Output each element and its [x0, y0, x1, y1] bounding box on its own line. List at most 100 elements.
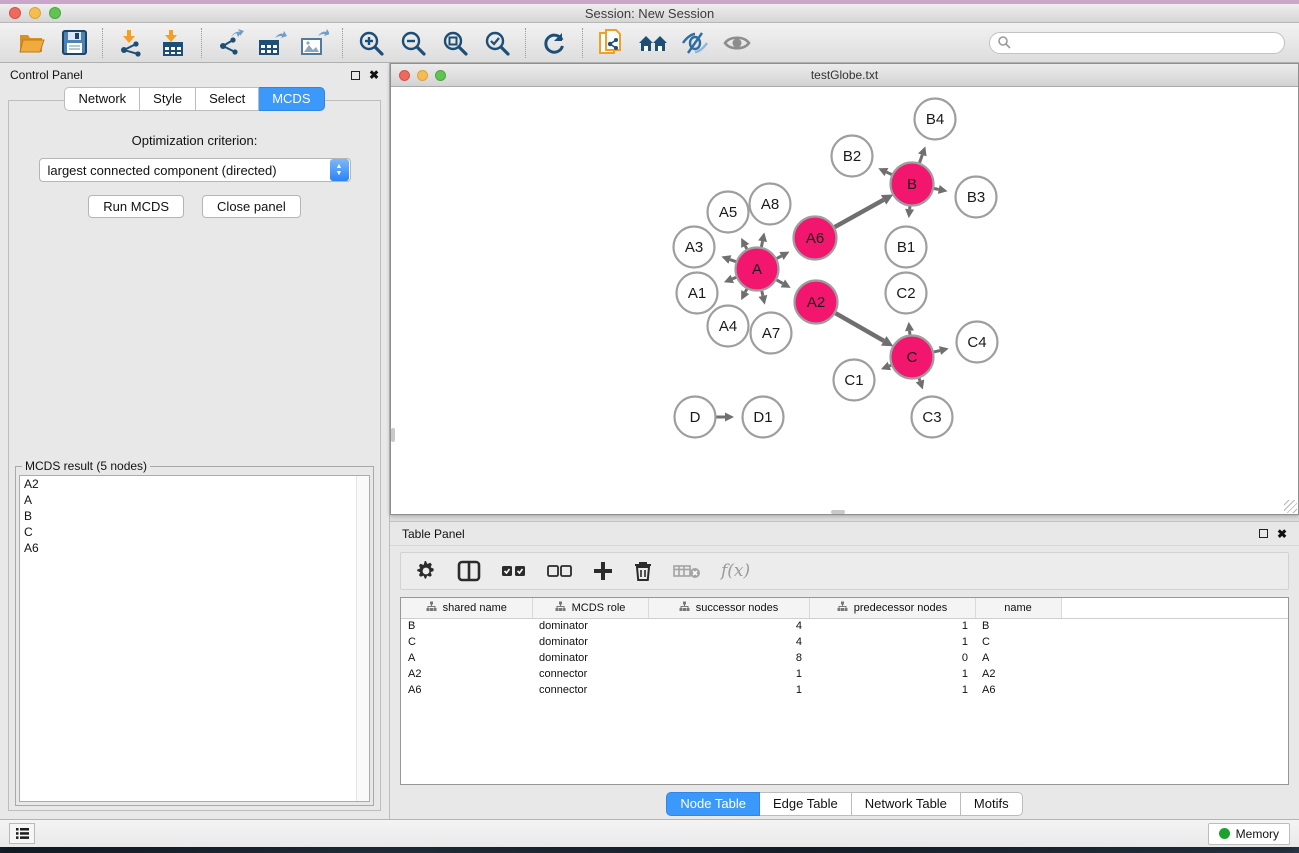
titlebar[interactable]: Session: New Session [0, 4, 1299, 23]
open-file-icon[interactable] [14, 27, 50, 59]
tab-edge-table[interactable]: Edge Table [760, 792, 852, 816]
resize-grip[interactable] [1284, 500, 1297, 513]
close-panel-icon[interactable]: ✖ [369, 69, 379, 81]
network-window-titlebar[interactable]: testGlobe.txt [391, 64, 1298, 87]
column-header-name[interactable]: name [975, 598, 1061, 618]
table-cell[interactable]: A [401, 650, 532, 666]
refresh-icon[interactable] [536, 27, 572, 59]
graph-edge[interactable] [889, 365, 891, 366]
table-cell[interactable]: 1 [809, 634, 975, 650]
table-cell[interactable]: dominator [532, 634, 648, 650]
table-cell[interactable]: A2 [401, 666, 532, 682]
mcds-result-item[interactable]: B [20, 508, 369, 524]
graph-edge[interactable] [761, 241, 762, 247]
mcds-result-item[interactable]: C [20, 524, 369, 540]
export-network-icon[interactable] [212, 27, 248, 59]
search-field[interactable] [989, 32, 1285, 54]
deselect-all-icon[interactable] [547, 564, 573, 578]
table-cell[interactable]: A [975, 650, 1061, 666]
table-cell[interactable]: connector [532, 666, 648, 682]
export-image-icon[interactable] [296, 27, 332, 59]
export-table-icon[interactable] [254, 27, 290, 59]
column-header-MCDS-role[interactable]: MCDS role [532, 598, 648, 618]
delete-row-icon[interactable] [633, 560, 653, 582]
graph-edge[interactable] [762, 291, 763, 296]
table-cell[interactable]: 4 [648, 618, 809, 634]
table-cell[interactable]: 4 [648, 634, 809, 650]
mcds-result-item[interactable]: A2 [20, 476, 369, 492]
table-cell[interactable]: 0 [809, 650, 975, 666]
table-row[interactable]: Adominator80A [401, 650, 1288, 666]
hide-graphics-details-icon[interactable] [677, 27, 713, 59]
graph-edge[interactable] [835, 200, 884, 227]
table-row[interactable]: Cdominator41C [401, 634, 1288, 650]
save-icon[interactable] [56, 27, 92, 59]
table-cell[interactable]: dominator [532, 650, 648, 666]
tab-motifs[interactable]: Motifs [961, 792, 1023, 816]
column-header-successor-nodes[interactable]: successor nodes [648, 598, 809, 618]
tab-network[interactable]: Network [64, 87, 140, 111]
table-cell[interactable]: 1 [809, 618, 975, 634]
mcds-result-item[interactable]: A [20, 492, 369, 508]
mcds-result-list[interactable]: A2ABCA6 [19, 475, 370, 802]
table-cell[interactable]: 1 [648, 682, 809, 698]
tab-select[interactable]: Select [196, 87, 259, 111]
table-cell[interactable]: A6 [401, 682, 532, 698]
settings-gear-icon[interactable] [415, 560, 437, 582]
table-cell[interactable]: dominator [532, 618, 648, 634]
vertical-scroll-indicator[interactable] [391, 428, 395, 442]
zoom-fit-icon[interactable] [437, 27, 473, 59]
search-input[interactable] [1012, 36, 1284, 50]
column-layout-icon[interactable] [457, 560, 481, 582]
close-panel-icon[interactable]: ✖ [1277, 528, 1287, 540]
table-row[interactable]: Bdominator41B [401, 618, 1288, 634]
zoom-in-icon[interactable] [353, 27, 389, 59]
table-cell[interactable]: 1 [809, 682, 975, 698]
float-panel-icon[interactable] [351, 71, 360, 80]
graph-edge[interactable] [745, 289, 747, 292]
graph-edge[interactable] [920, 155, 923, 163]
table-cell[interactable]: A2 [975, 666, 1061, 682]
table-cell[interactable]: C [975, 634, 1061, 650]
graph-edge[interactable] [886, 172, 891, 174]
tab-network-table[interactable]: Network Table [852, 792, 961, 816]
table-cell[interactable]: A6 [975, 682, 1061, 698]
tab-node-table[interactable]: Node Table [666, 792, 760, 816]
show-graphics-details-icon[interactable] [719, 27, 755, 59]
zoom-out-icon[interactable] [395, 27, 431, 59]
graph-edge[interactable] [777, 256, 782, 258]
table-cell[interactable]: B [975, 618, 1061, 634]
column-header-shared-name[interactable]: shared name [401, 598, 532, 618]
memory-button[interactable]: Memory [1208, 823, 1290, 845]
table-cell[interactable]: B [401, 618, 532, 634]
table-cell[interactable]: 1 [809, 666, 975, 682]
graph-edge[interactable] [745, 246, 747, 249]
add-row-icon[interactable] [593, 561, 613, 581]
float-panel-icon[interactable] [1259, 529, 1268, 538]
column-header-predecessor-nodes[interactable]: predecessor nodes [809, 598, 975, 618]
table-cell[interactable]: connector [532, 682, 648, 698]
mcds-result-item[interactable]: A6 [20, 540, 369, 556]
table-row[interactable]: A2connector11A2 [401, 666, 1288, 682]
scrollbar-track[interactable] [356, 476, 369, 801]
zoom-selected-icon[interactable] [479, 27, 515, 59]
close-panel-button[interactable]: Close panel [202, 195, 301, 218]
table-cell[interactable]: 1 [648, 666, 809, 682]
criterion-dropdown[interactable]: largest connected component (directed) ▲… [39, 158, 351, 182]
table-row[interactable]: A6connector11A6 [401, 682, 1288, 698]
graph-edge[interactable] [732, 277, 736, 279]
tab-mcds[interactable]: MCDS [259, 87, 324, 111]
import-table-icon[interactable] [155, 27, 191, 59]
graph-edge[interactable] [730, 260, 736, 262]
home-icon[interactable] [635, 27, 671, 59]
graph-edge[interactable] [777, 280, 783, 283]
tab-style[interactable]: Style [140, 87, 196, 111]
network-canvas[interactable]: B4B2BB3A5A8A6A3B1AA1C2A2A4A7C4CC1C3DD1 [391, 87, 1298, 514]
horizontal-scroll-indicator[interactable] [831, 510, 845, 514]
network-document-icon[interactable] [593, 27, 629, 59]
graph-edge[interactable] [934, 351, 940, 352]
graph-edge[interactable] [919, 378, 920, 381]
graph-edge[interactable] [934, 188, 939, 189]
import-network-icon[interactable] [113, 27, 149, 59]
graph-edge[interactable] [836, 313, 884, 341]
